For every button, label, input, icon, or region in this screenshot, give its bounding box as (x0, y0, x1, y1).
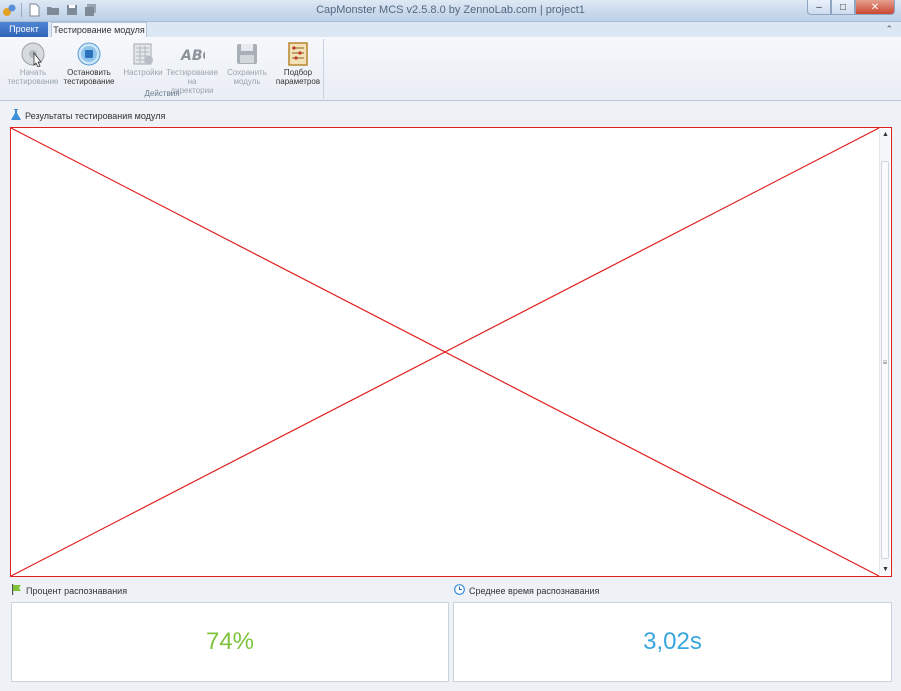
recognition-percent-label: Процент распознавания (26, 585, 128, 596)
scroll-grip-icon: ≡ (882, 358, 888, 367)
vertical-scrollbar[interactable]: ▲ ≡ ▼ (879, 129, 890, 575)
flask-icon (11, 109, 21, 123)
avg-time-header: Среднее время распознавания (454, 584, 599, 597)
stop-circle-icon (76, 41, 102, 67)
floppy-disk-icon (234, 41, 260, 67)
abacus-icon (285, 41, 311, 67)
recognition-percent-header: Процент распознавания (11, 584, 127, 597)
svg-text:ABC: ABC (180, 48, 205, 64)
avg-time-label: Среднее время распознавания (469, 585, 600, 596)
abc-captcha-icon: ABC (179, 41, 205, 67)
settings-label: Настройки (123, 68, 163, 77)
ribbon: Начать тестирование Остановить тестирова… (0, 37, 901, 101)
scroll-up-icon[interactable]: ▲ (880, 129, 891, 140)
close-button[interactable]: ✕ (855, 0, 895, 15)
window-controls: – □ ✕ (807, 0, 895, 15)
error-placeholder-cross (11, 128, 880, 576)
results-panel-header: Результаты тестирования модуля (11, 109, 165, 123)
stop-testing-button[interactable]: Остановить тестирование (62, 39, 116, 86)
ribbon-tab-row: Проект Тестирование модуля ⌃ (0, 22, 901, 38)
flag-icon (11, 584, 22, 597)
save-module-button[interactable]: Сохранить модуль (220, 39, 274, 86)
window-title: CapMonster MCS v2.5.8.0 by ZennoLab.com … (316, 4, 585, 16)
scroll-down-icon[interactable]: ▼ (880, 564, 891, 575)
clock-icon (454, 584, 465, 597)
parameter-selection-label: Подбор параметров (275, 68, 321, 86)
group-label-actions: Действия (144, 89, 180, 98)
play-disk-icon (20, 41, 46, 67)
tab-project[interactable]: Проект (0, 22, 48, 37)
avg-time-value: 3,02s (453, 602, 892, 682)
parameter-selection-button[interactable]: Подбор параметров (271, 39, 325, 86)
title-bar: CapMonster MCS v2.5.8.0 by ZennoLab.com … (0, 0, 901, 22)
tab-module-testing[interactable]: Тестирование модуля (51, 22, 147, 38)
results-panel-title: Результаты тестирования модуля (25, 111, 166, 121)
start-testing-label: Начать тестирование (7, 68, 59, 86)
settings-button[interactable]: Настройки (116, 39, 170, 77)
stop-testing-label: Остановить тестирование (63, 68, 115, 86)
results-view[interactable]: ▲ ≡ ▼ (10, 127, 892, 577)
save-module-label: Сохранить модуль (227, 68, 267, 86)
settings-grid-icon (130, 41, 156, 67)
minimize-button[interactable]: – (807, 0, 831, 15)
ribbon-group-actions: Начать тестирование Остановить тестирова… (4, 39, 324, 99)
test-directory-button[interactable]: ABC Тестирование на директории (165, 39, 219, 95)
collapse-ribbon-icon[interactable]: ⌃ (885, 24, 893, 35)
recognition-percent-value: 74% (11, 602, 449, 682)
maximize-button[interactable]: □ (831, 0, 855, 15)
start-testing-button[interactable]: Начать тестирование (6, 39, 60, 86)
